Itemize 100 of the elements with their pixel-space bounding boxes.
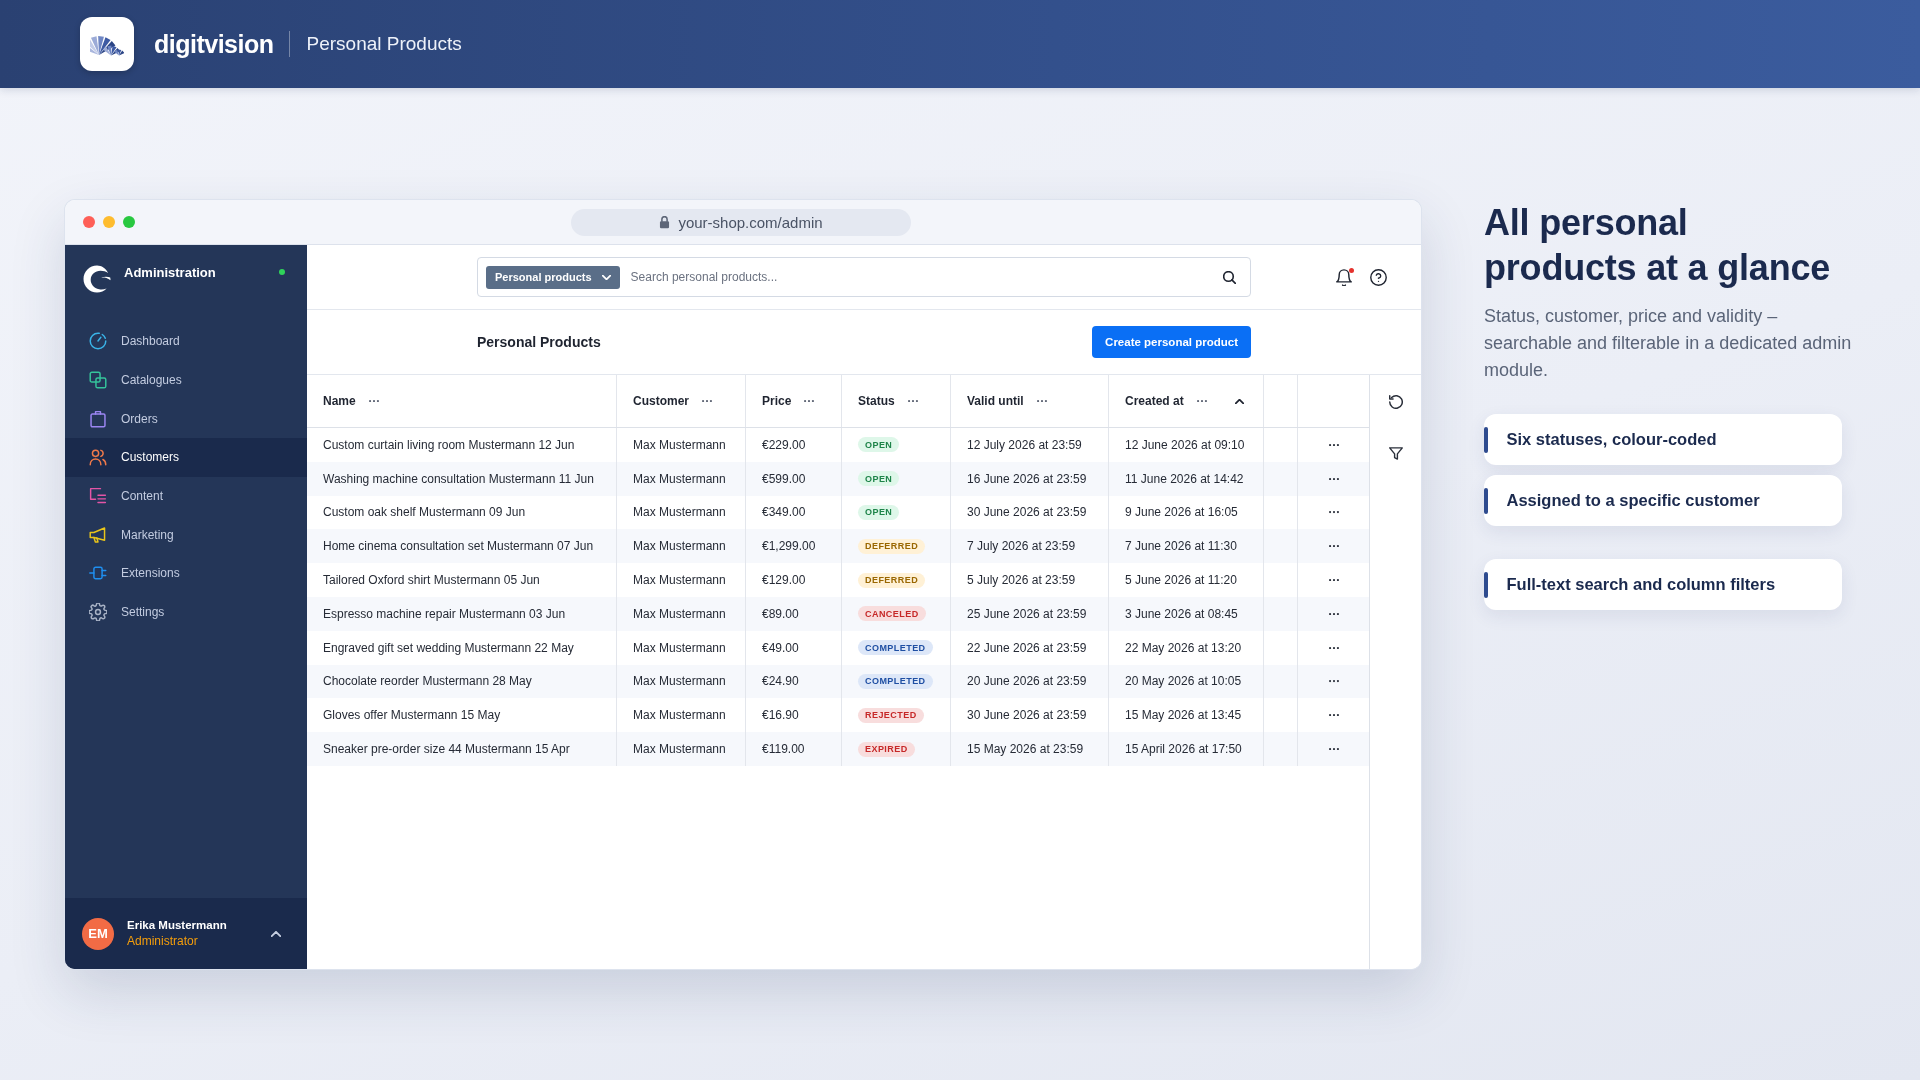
more-icon[interactable] xyxy=(1328,646,1339,649)
table-cell: 12 July 2026 at 23:59 xyxy=(951,428,1109,462)
table-cell: Max Mustermann xyxy=(617,428,746,462)
status-badge: REJECTED xyxy=(858,707,924,723)
table-cell: Engraved gift set wedding Mustermann 22 May xyxy=(307,630,617,665)
sidebar-title: Administration xyxy=(124,265,216,281)
more-icon[interactable] xyxy=(1328,545,1339,548)
header-title: Personal Products xyxy=(306,33,462,55)
status-badge: OPEN xyxy=(858,471,900,487)
table-cell: Tailored Oxford shirt Mustermann 05 Jun xyxy=(307,563,617,597)
more-icon[interactable] xyxy=(1328,714,1339,717)
status-badge: EXPIRED xyxy=(858,741,915,757)
table-cell: 7 July 2026 at 23:59 xyxy=(951,529,1109,564)
column-header[interactable]: Valid until xyxy=(967,394,1024,408)
more-icon[interactable] xyxy=(368,399,379,403)
table-cell: 22 June 2026 at 23:59 xyxy=(951,630,1109,665)
sidebar-item[interactable]: Catalogues xyxy=(65,360,307,400)
column-header[interactable]: Price xyxy=(762,394,792,408)
table-cell: 3 June 2026 at 08:45 xyxy=(1109,597,1264,631)
status-badge: DEFERRED xyxy=(858,572,926,588)
status-badge: OPEN xyxy=(858,437,900,453)
scope-dropdown[interactable]: Personal products xyxy=(486,265,620,289)
search-icon[interactable] xyxy=(1223,270,1236,284)
table-cell: 20 May 2026 at 10:05 xyxy=(1109,664,1264,699)
sidebar-item[interactable]: Customers xyxy=(65,438,307,477)
status-badge: COMPLETED xyxy=(858,673,933,689)
table-cell: Max Mustermann xyxy=(617,461,746,496)
more-icon[interactable] xyxy=(1328,511,1339,514)
table-cell: 22 May 2026 at 13:20 xyxy=(1109,630,1264,665)
column-header[interactable]: Name xyxy=(323,394,356,408)
logo-icon xyxy=(83,265,111,293)
avatar: EM xyxy=(82,917,114,950)
window-close-icon[interactable] xyxy=(83,216,95,228)
table-cell: €89.00 xyxy=(746,597,842,631)
table-cell: €24.90 xyxy=(746,664,842,699)
panel-heading: All personal products at a glance xyxy=(1484,201,1832,290)
table-cell: Custom curtain living room Mustermann 12 Jun xyxy=(307,428,617,462)
column-header[interactable]: Status xyxy=(858,394,895,408)
bell-icon[interactable] xyxy=(1336,268,1352,286)
more-icon[interactable] xyxy=(907,399,918,403)
more-icon[interactable] xyxy=(804,399,815,403)
table-cell: Max Mustermann xyxy=(617,563,746,597)
table-cell: Washing machine consultation Mustermann 11 Jun xyxy=(307,461,617,496)
more-icon[interactable] xyxy=(1036,399,1047,403)
table-cell: 5 July 2026 at 23:59 xyxy=(951,563,1109,597)
table-cell: 16 June 2026 at 23:59 xyxy=(951,461,1109,496)
table-cell: Espresso machine repair Mustermann 03 Jun xyxy=(307,597,617,631)
help-icon[interactable] xyxy=(1370,268,1387,286)
status-badge: COMPLETED xyxy=(858,640,933,656)
table-cell: Chocolate reorder Mustermann 28 May xyxy=(307,664,617,699)
table-cell: 5 June 2026 at 11:20 xyxy=(1109,563,1264,597)
refresh-icon[interactable] xyxy=(1388,395,1403,409)
more-icon[interactable] xyxy=(1328,477,1339,480)
table-cell: Sneaker pre-order size 44 Mustermann 15 Apr xyxy=(307,732,617,766)
table-cell: €229.00 xyxy=(746,428,842,462)
table-cell: 12 June 2026 at 09:10 xyxy=(1109,428,1264,462)
table-cell: €49.00 xyxy=(746,630,842,665)
sidebar-item[interactable]: Orders xyxy=(65,399,307,439)
user-role: Administrator xyxy=(127,934,199,948)
more-icon[interactable] xyxy=(1328,612,1339,615)
table-cell: 11 June 2026 at 14:42 xyxy=(1109,461,1264,496)
user-name: Erika Mustermann xyxy=(127,919,227,931)
create-button[interactable]: Create personal product xyxy=(1092,326,1251,358)
more-icon[interactable] xyxy=(1328,747,1339,751)
sidebar-item[interactable]: Content xyxy=(65,476,307,516)
table-cell: 15 May 2026 at 23:59 xyxy=(951,732,1109,766)
table-cell: Max Mustermann xyxy=(617,529,746,564)
panel-description: Status, customer, price and validity – searchable and filterable in a dedicated admin module. xyxy=(1484,305,1853,382)
status-badge: OPEN xyxy=(858,505,900,520)
column-header[interactable]: Created at xyxy=(1125,394,1184,408)
filter-icon[interactable] xyxy=(1388,447,1403,460)
more-icon[interactable] xyxy=(1328,680,1339,683)
more-icon[interactable] xyxy=(1328,579,1339,582)
table-cell: 7 June 2026 at 11:30 xyxy=(1109,529,1264,564)
table-cell: Max Mustermann xyxy=(617,630,746,665)
more-icon[interactable] xyxy=(702,399,712,403)
page-title: Personal Products xyxy=(477,334,601,350)
chevron-up-icon[interactable] xyxy=(271,930,281,937)
feature-card: Assigned to a specific customer xyxy=(1484,475,1842,526)
table-cell: 20 June 2026 at 23:59 xyxy=(951,664,1109,699)
more-icon[interactable] xyxy=(1196,399,1207,403)
column-header[interactable]: Customer xyxy=(633,394,689,408)
table-cell: Home cinema consultation set Mustermann 07 Jun xyxy=(307,529,617,564)
table-cell: €119.00 xyxy=(746,732,842,766)
address-bar[interactable]: your-shop.com/admin xyxy=(571,208,911,236)
sidebar-item[interactable]: Settings xyxy=(65,592,307,632)
table-cell: €599.00 xyxy=(746,461,842,496)
brand-name: digitvision xyxy=(154,29,274,59)
search-field[interactable]: Personal products Search personal products... xyxy=(477,257,1251,297)
table-cell: €1,299.00 xyxy=(746,529,842,564)
table-cell: Max Mustermann xyxy=(617,732,746,766)
status-badge: CANCELED xyxy=(858,606,926,622)
more-icon[interactable] xyxy=(1328,443,1339,446)
feature-card: Six statuses, colour-coded xyxy=(1484,414,1842,465)
sidebar-item[interactable]: Dashboard xyxy=(65,322,307,361)
table-cell: 15 April 2026 at 17:50 xyxy=(1109,732,1264,766)
sort-ascending-icon[interactable] xyxy=(1235,398,1244,404)
sidebar-item[interactable]: Marketing xyxy=(65,515,307,555)
sidebar-item[interactable]: Extensions xyxy=(65,554,307,593)
table-cell: Max Mustermann xyxy=(617,664,746,699)
